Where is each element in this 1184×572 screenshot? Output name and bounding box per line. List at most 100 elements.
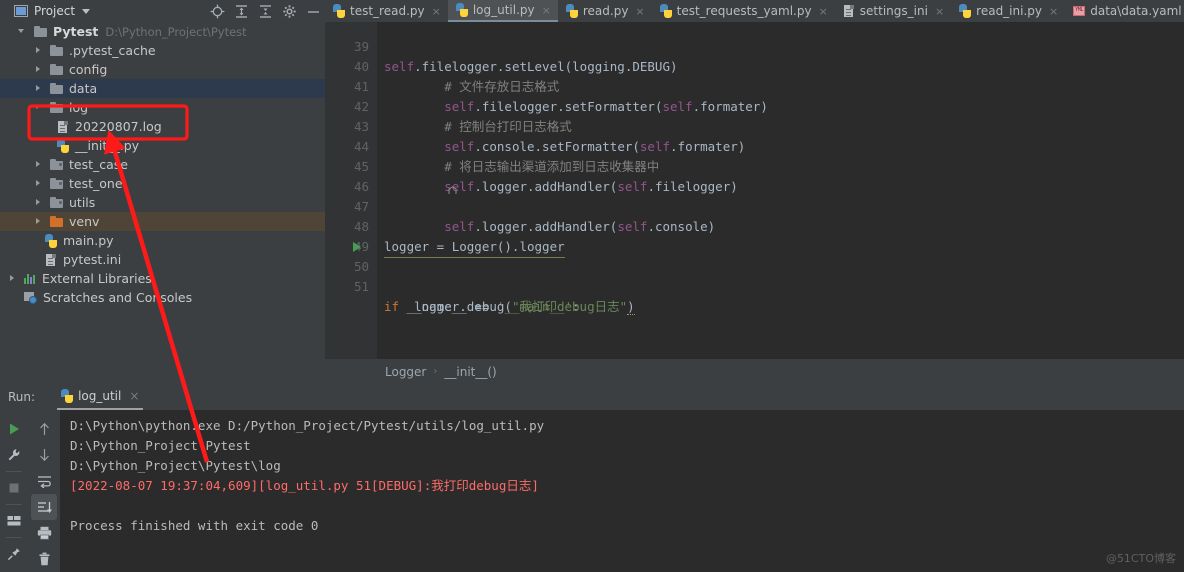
tree-item-utils[interactable]: utils bbox=[0, 193, 325, 212]
tree-item-external-libraries[interactable]: External Libraries bbox=[0, 269, 325, 288]
tree-item-label: data bbox=[69, 81, 98, 96]
python-file-icon bbox=[959, 4, 972, 18]
run-tool-window-header: Run: log_util × bbox=[0, 384, 1184, 410]
code-editor[interactable]: 39 self.filelogger.setLevel(logging.DEBU… bbox=[325, 22, 1184, 379]
divider bbox=[6, 504, 22, 505]
tree-item-label: main.py bbox=[63, 233, 114, 248]
tree-item-pytest-ini[interactable]: pytest.ini bbox=[0, 250, 325, 269]
tree-item-init-py[interactable]: __init__.py bbox=[0, 136, 325, 155]
breadcrumb-item-method[interactable]: __init__() bbox=[444, 365, 496, 379]
editor-tab-label: test_read.py bbox=[350, 4, 425, 18]
tree-item-main-py[interactable]: main.py bbox=[0, 231, 325, 250]
tree-item-test-one[interactable]: test_one bbox=[0, 174, 325, 193]
code-line: 49 bbox=[325, 217, 1184, 254]
tree-item-label: .pytest_cache bbox=[69, 43, 156, 58]
close-icon[interactable]: × bbox=[542, 4, 551, 17]
close-icon[interactable]: × bbox=[635, 5, 644, 18]
project-tool-window-header: Project bbox=[0, 0, 325, 22]
editor-tab-label: settings_ini bbox=[859, 4, 928, 18]
editor-tab-label: test_requests_yaml.py bbox=[676, 4, 812, 18]
expand-all-icon[interactable] bbox=[234, 4, 249, 19]
breadcrumb[interactable]: Logger › __init__() bbox=[325, 359, 1184, 384]
close-icon[interactable]: × bbox=[935, 5, 944, 18]
folder-icon bbox=[50, 64, 63, 75]
chevron-right-icon[interactable] bbox=[34, 198, 43, 207]
wrench-icon[interactable] bbox=[1, 442, 27, 468]
project-path: D:\Python_Project\Pytest bbox=[105, 24, 247, 39]
close-icon[interactable]: × bbox=[1049, 5, 1058, 18]
tree-item-log[interactable]: log bbox=[0, 98, 325, 117]
tree-item-scratches-and-consoles[interactable]: Scratches and Consoles bbox=[0, 288, 325, 307]
trash-icon[interactable] bbox=[31, 546, 57, 572]
minimize-icon[interactable] bbox=[306, 4, 321, 19]
console-line: D:\Python_Project\Pytest bbox=[70, 438, 251, 453]
run-gutter-icon[interactable] bbox=[353, 242, 361, 252]
arrow-up-icon[interactable] bbox=[31, 416, 57, 442]
chevron-right-icon[interactable] bbox=[34, 65, 43, 74]
source-folder-icon bbox=[50, 178, 63, 189]
project-icon bbox=[14, 5, 28, 17]
run-tool-window: Run: log_util × D:\Python\python.exe D:/… bbox=[0, 384, 1184, 572]
editor-code-area[interactable]: 39 self.filelogger.setLevel(logging.DEBU… bbox=[325, 22, 1184, 359]
chevron-right-icon[interactable] bbox=[34, 217, 43, 226]
chevron-right-icon[interactable] bbox=[34, 179, 43, 188]
tree-item-label: External Libraries bbox=[42, 271, 152, 286]
chevron-down-icon[interactable] bbox=[34, 103, 43, 112]
project-tool-buttons bbox=[210, 0, 321, 22]
python-file-icon bbox=[565, 4, 578, 18]
watermark: @51CTO博客 bbox=[1105, 552, 1176, 565]
collapse-all-icon[interactable] bbox=[258, 4, 273, 19]
tree-item-venv[interactable]: venv bbox=[0, 212, 325, 231]
tree-item-pytest-cache[interactable]: .pytest_cache bbox=[0, 41, 325, 60]
folder-icon bbox=[50, 45, 63, 56]
code-line: 40 # 文件存放日志格式 bbox=[325, 37, 1184, 94]
run-tab-log-util[interactable]: log_util × bbox=[57, 384, 144, 410]
tree-item-pytest[interactable]: Pytest D:\Python_Project\Pytest bbox=[0, 22, 325, 41]
print-icon[interactable] bbox=[31, 520, 57, 546]
rerun-icon[interactable] bbox=[1, 416, 27, 442]
pin-icon[interactable] bbox=[1, 541, 27, 567]
code-line: 41 self.filelogger.setFormatter(self.for… bbox=[325, 57, 1184, 114]
chevron-right-icon[interactable] bbox=[34, 84, 43, 93]
folder-orange-icon bbox=[50, 216, 63, 227]
soft-wrap-icon[interactable] bbox=[31, 468, 57, 494]
source-folder-icon bbox=[50, 197, 63, 208]
file-text-icon bbox=[45, 253, 57, 267]
tree-item-label: log bbox=[69, 100, 89, 115]
run-label: Run: bbox=[8, 390, 36, 404]
editor-tab-label: log_util.py bbox=[472, 3, 535, 17]
project-tree[interactable]: Pytest D:\Python_Project\Pytest .pytest_… bbox=[0, 22, 325, 384]
chevron-right-icon[interactable] bbox=[34, 160, 43, 169]
locate-icon[interactable] bbox=[210, 4, 225, 19]
chevron-down-icon[interactable] bbox=[82, 8, 91, 14]
scroll-to-end-icon[interactable] bbox=[31, 494, 57, 520]
stop-icon[interactable] bbox=[1, 475, 27, 501]
chevron-right-icon[interactable] bbox=[34, 46, 43, 55]
close-icon[interactable]: × bbox=[129, 389, 139, 403]
tree-item-config[interactable]: config bbox=[0, 60, 325, 79]
folder-icon bbox=[50, 83, 63, 94]
code-line: 43 self.console.setFormatter(self.format… bbox=[325, 97, 1184, 154]
tree-item-label: test_case bbox=[69, 157, 128, 172]
tree-item-label: Scratches and Consoles bbox=[43, 290, 193, 305]
close-icon[interactable]: × bbox=[819, 5, 828, 18]
run-console-toolbar bbox=[28, 410, 60, 572]
tree-item-test-case[interactable]: test_case bbox=[0, 155, 325, 174]
arrow-down-icon[interactable] bbox=[31, 442, 57, 468]
tree-item-label: 20220807.log bbox=[75, 119, 162, 134]
chevron-right-icon[interactable] bbox=[8, 274, 17, 283]
code-line: 47 bbox=[325, 177, 1184, 214]
breadcrumb-item-class[interactable]: Logger bbox=[385, 365, 426, 379]
python-file-icon bbox=[333, 4, 345, 18]
close-icon[interactable]: × bbox=[432, 5, 441, 18]
scratches-icon bbox=[24, 291, 37, 304]
code-fold-icon[interactable] bbox=[373, 161, 457, 194]
layout-icon[interactable] bbox=[1, 508, 27, 534]
run-console-output[interactable]: D:\Python\python.exe D:/Python_Project/P… bbox=[60, 410, 1184, 572]
tree-item-20220807-log[interactable]: 20220807.log bbox=[0, 117, 325, 136]
tree-item-data[interactable]: data bbox=[0, 79, 325, 98]
chevron-down-icon[interactable] bbox=[18, 27, 27, 36]
gear-icon[interactable] bbox=[282, 4, 297, 19]
editor-tab-label: read_ini.py bbox=[976, 4, 1042, 18]
